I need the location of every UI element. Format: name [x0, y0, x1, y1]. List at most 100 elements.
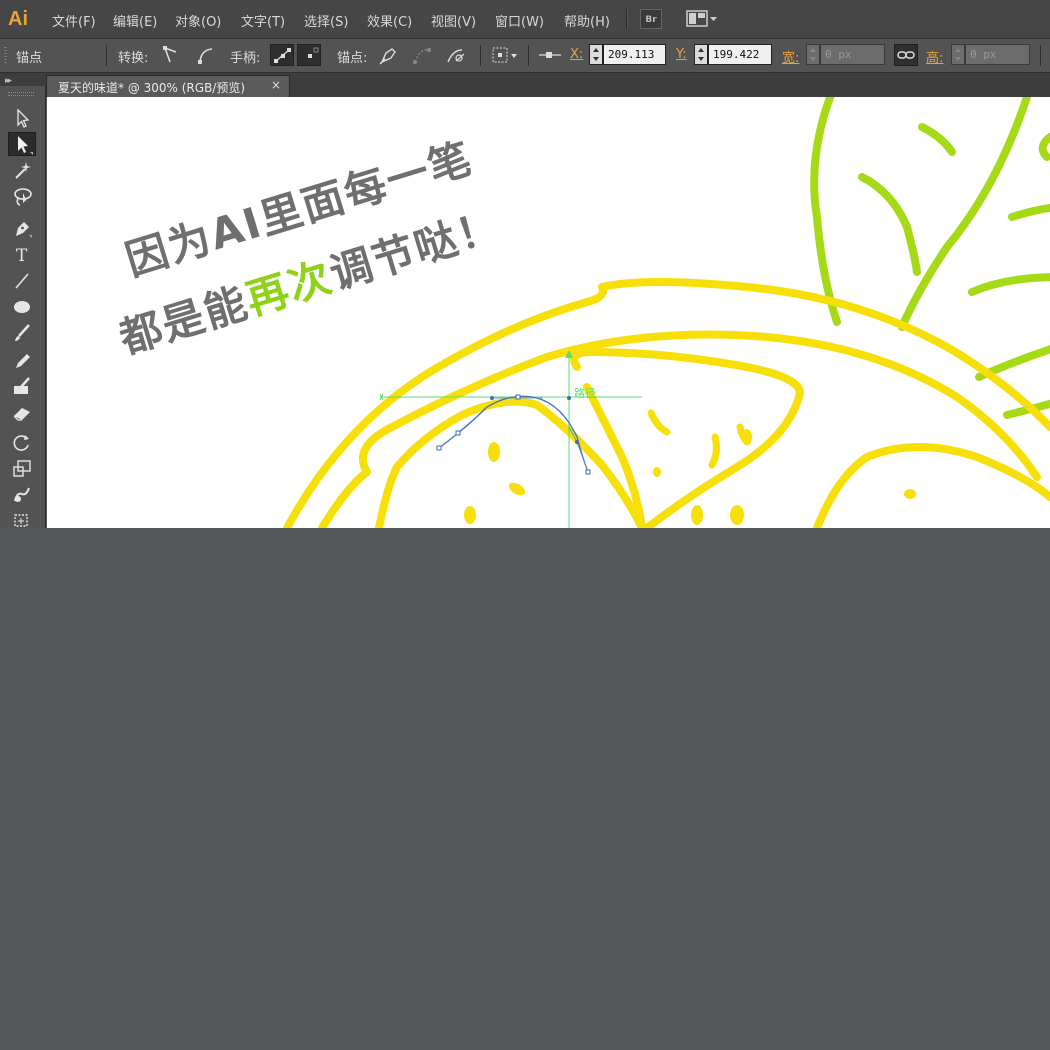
rotate-tool[interactable]: [8, 430, 36, 454]
menu-effect[interactable]: 效果(C): [367, 11, 412, 30]
leaf-vein-3: [1038, 133, 1050, 161]
menu-window[interactable]: 窗口(W): [495, 11, 544, 30]
menu-separator: [626, 9, 628, 29]
collapse-panels-icon[interactable]: ▸▸: [5, 76, 12, 86]
leaf-vein-2: [858, 173, 921, 276]
x-input[interactable]: 209.113: [603, 44, 666, 65]
convert-corner-icon: [163, 46, 177, 63]
bridge-button[interactable]: Br: [640, 9, 662, 29]
line-tool[interactable]: [8, 268, 36, 292]
control-bar-grip[interactable]: [4, 47, 7, 65]
connect-anchors-icon: [413, 48, 431, 64]
anchor-label: 锚点:: [337, 51, 368, 66]
scale-tool[interactable]: [8, 456, 36, 480]
x-spinner[interactable]: [589, 44, 603, 65]
menu-help[interactable]: 帮助(H): [564, 11, 610, 30]
lasso-tool[interactable]: [8, 184, 36, 208]
menu-edit[interactable]: 编辑(E): [113, 11, 157, 30]
y-spinner[interactable]: [694, 44, 708, 65]
x-label: X:: [570, 47, 584, 62]
convert-smooth-icon: [198, 48, 213, 64]
ellipse-tool[interactable]: [8, 294, 36, 318]
app-logo: Ai: [8, 8, 28, 30]
width-label: 宽:: [782, 51, 800, 66]
hide-handles-icon: [308, 47, 319, 58]
selection-tool-icon: [17, 108, 30, 128]
cut-path-button[interactable]: [444, 44, 468, 66]
tools-panel: T: [0, 86, 46, 546]
convert-to-smooth-button[interactable]: [193, 44, 217, 66]
document-tab-bar: ▸▸ 夏天的味道* @ 300% (RGB/预览) ×: [0, 73, 1050, 97]
convert-to-corner-button[interactable]: [158, 44, 182, 66]
smart-guide-path-label: 路径: [574, 387, 596, 400]
direct-selection-tool[interactable]: [8, 132, 36, 156]
handles-label: 手柄:: [230, 51, 261, 66]
y-label: Y:: [676, 47, 687, 62]
direct-selection-tool-icon: [18, 136, 33, 155]
artboard-canvas[interactable]: 因为AI里面每一笔 都是能再次调节哒！ 路径: [47, 97, 1050, 528]
rotate-tool-icon: [13, 435, 29, 451]
leaf-vein-5: [968, 273, 1050, 296]
magic-wand-tool[interactable]: [8, 158, 36, 182]
warp-tool-icon: [14, 487, 30, 502]
workspace-background: [0, 528, 1050, 1050]
control-bar: 锚点 转换: 手柄: 锚点: X: 209.113 Y: 199.422 宽: …: [0, 39, 1050, 73]
show-handles-button[interactable]: [270, 44, 294, 66]
width-input[interactable]: 0 px: [820, 44, 885, 65]
ellipse-tool-icon: [14, 301, 30, 313]
menu-file[interactable]: 文件(F): [52, 11, 96, 30]
show-handles-icon: [274, 48, 291, 63]
convert-label: 转换:: [118, 51, 149, 66]
document-tab-title: 夏天的味道* @ 300% (RGB/预览): [58, 81, 246, 95]
leaf-vein-1: [918, 123, 956, 156]
warp-tool[interactable]: [8, 482, 36, 506]
paintbrush-tool-icon: [15, 324, 30, 341]
menu-object[interactable]: 对象(O): [175, 11, 221, 30]
tools-panel-grip[interactable]: [8, 92, 34, 96]
line-tool-icon: [15, 273, 29, 289]
workspace-layout-button[interactable]: [686, 10, 720, 28]
y-input[interactable]: 199.422: [708, 44, 772, 65]
eraser-tool[interactable]: [8, 400, 36, 424]
selection-tool[interactable]: [8, 106, 36, 130]
scale-tool-icon: [13, 460, 31, 477]
height-label: 高:: [926, 51, 944, 66]
paintbrush-tool[interactable]: [8, 320, 36, 344]
lemon-segment-right: [813, 443, 1050, 528]
leaf-strokes: [810, 97, 1050, 419]
lemon-segment-middle: [570, 348, 804, 528]
lemon-strokes: [283, 278, 1050, 528]
menu-select[interactable]: 选择(S): [304, 11, 348, 30]
remove-anchor-button[interactable]: [376, 44, 400, 66]
constrain-proportions-button[interactable]: [894, 44, 918, 66]
menu-type[interactable]: 文字(T): [241, 11, 285, 30]
connect-anchors-button[interactable]: [410, 44, 434, 66]
blob-brush-tool-icon: [14, 377, 30, 394]
height-spinner[interactable]: [951, 44, 965, 65]
reference-point-icon: [492, 47, 517, 63]
close-tab-icon[interactable]: ×: [271, 78, 281, 92]
svg-text:T: T: [16, 246, 28, 266]
link-icon: [897, 51, 915, 59]
pencil-tool-icon: [16, 354, 30, 368]
menu-view[interactable]: 视图(V): [431, 11, 476, 30]
transform-reference-button[interactable]: [490, 44, 520, 66]
pen-tool[interactable]: [8, 216, 36, 240]
pencil-tool[interactable]: [8, 348, 36, 372]
leaf-vein-main: [898, 97, 1031, 331]
align-anchor-icon: [539, 52, 561, 58]
align-to-button[interactable]: [537, 44, 563, 66]
leaf-vein-4: [1008, 203, 1050, 221]
lemon-rind-outer: [283, 278, 1050, 528]
eraser-tool-icon: [13, 408, 30, 421]
type-tool-icon: T: [16, 246, 28, 266]
width-spinner[interactable]: [806, 44, 820, 65]
document-tab[interactable]: 夏天的味道* @ 300% (RGB/预览) ×: [46, 75, 290, 97]
pen-tool-icon: [16, 222, 32, 238]
blob-brush-tool[interactable]: [8, 374, 36, 398]
height-input[interactable]: 0 px: [965, 44, 1030, 65]
hide-handles-button[interactable]: [297, 44, 321, 66]
type-tool[interactable]: T: [8, 242, 36, 266]
selection-type-label: 锚点: [16, 51, 43, 66]
menu-bar: Ai 文件(F) 编辑(E) 对象(O) 文字(T) 选择(S) 效果(C) 视…: [0, 0, 1050, 39]
